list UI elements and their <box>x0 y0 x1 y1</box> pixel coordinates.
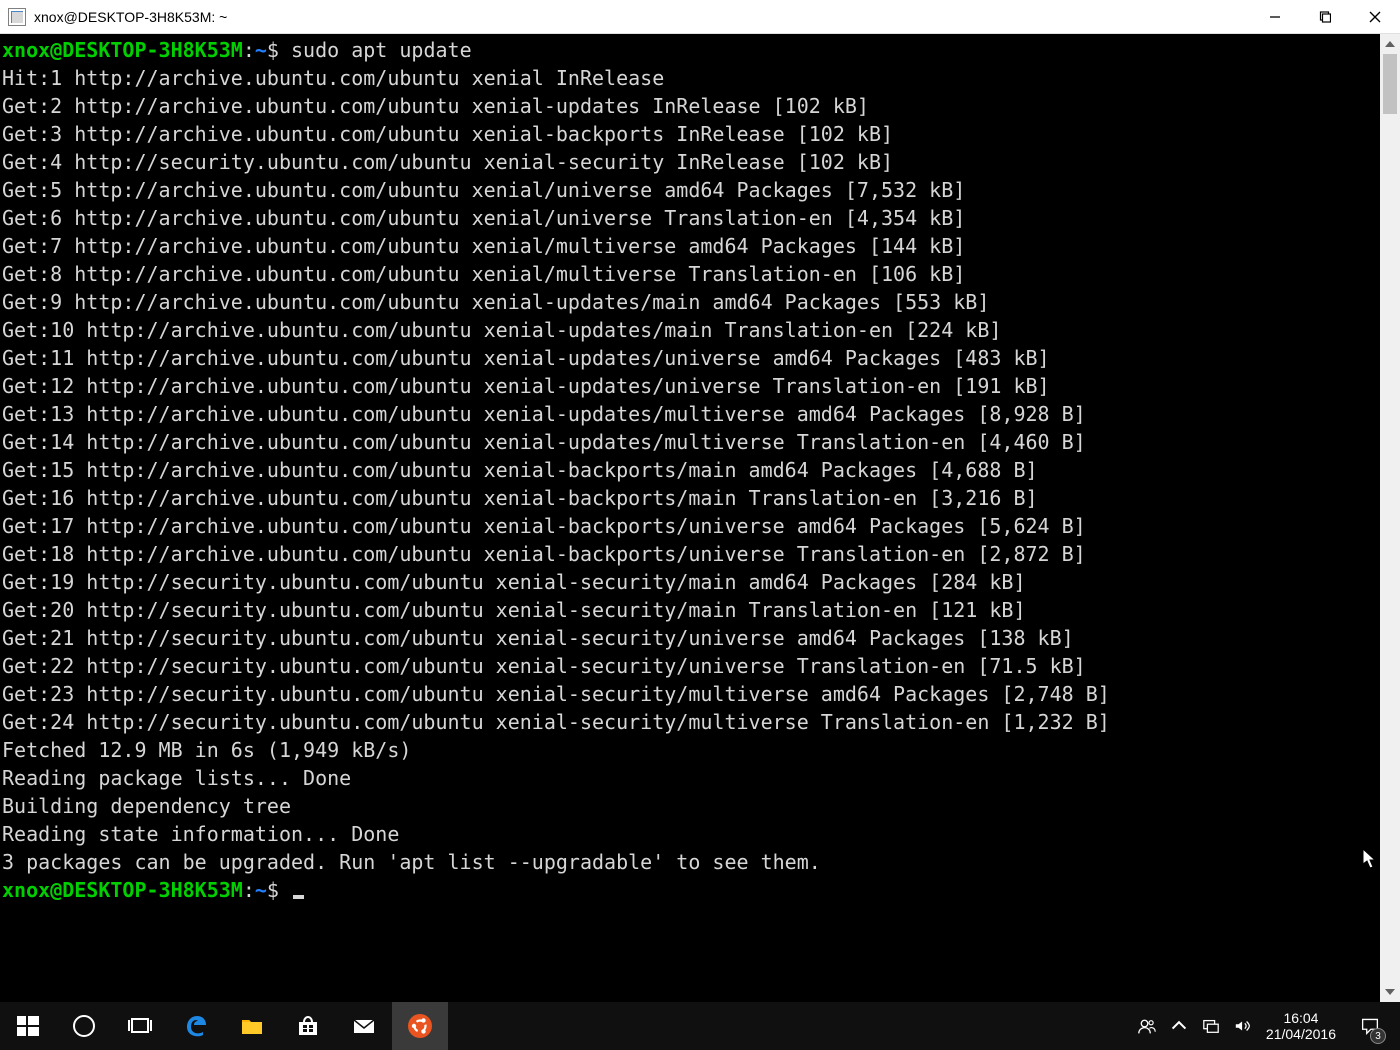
action-center-button[interactable]: 3 <box>1350 1002 1390 1050</box>
output-line: Get:24 http://security.ubuntu.com/ubuntu… <box>2 708 1380 736</box>
prompt-line: xnox@DESKTOP-3H8K53M:~$ <box>2 876 1380 904</box>
prompt-line: xnox@DESKTOP-3H8K53M:~$ sudo apt update <box>2 36 1380 64</box>
windows-icon <box>15 1013 41 1039</box>
clock[interactable]: 16:04 21/04/2016 <box>1266 1010 1336 1042</box>
close-button[interactable] <box>1350 0 1400 34</box>
command-text: sudo apt update <box>291 38 472 62</box>
notification-badge: 3 <box>1370 1028 1386 1044</box>
store-icon <box>295 1013 321 1039</box>
clock-time: 16:04 <box>1266 1010 1336 1026</box>
output-line: Get:17 http://archive.ubuntu.com/ubuntu … <box>2 512 1380 540</box>
output-line: Building dependency tree <box>2 792 1380 820</box>
output-line: Get:21 http://security.ubuntu.com/ubuntu… <box>2 624 1380 652</box>
folder-icon <box>239 1013 265 1039</box>
edge-icon <box>183 1013 209 1039</box>
scroll-up-button[interactable] <box>1380 34 1400 54</box>
taskbar: 16:04 21/04/2016 3 <box>0 1002 1400 1050</box>
ubuntu-icon <box>407 1013 433 1039</box>
network-icon[interactable] <box>1202 1017 1220 1035</box>
output-line: Get:13 http://archive.ubuntu.com/ubuntu … <box>2 400 1380 428</box>
output-line: Reading state information... Done <box>2 820 1380 848</box>
terminal-window: xnox@DESKTOP-3H8K53M:~$ sudo apt updateH… <box>0 34 1400 1002</box>
cursor <box>293 895 304 899</box>
output-line: Get:7 http://archive.ubuntu.com/ubuntu x… <box>2 232 1380 260</box>
output-line: Get:12 http://archive.ubuntu.com/ubuntu … <box>2 372 1380 400</box>
app-icon <box>8 8 26 26</box>
output-line: Get:18 http://archive.ubuntu.com/ubuntu … <box>2 540 1380 568</box>
output-line: Get:22 http://security.ubuntu.com/ubuntu… <box>2 652 1380 680</box>
output-line: Get:14 http://archive.ubuntu.com/ubuntu … <box>2 428 1380 456</box>
people-icon[interactable] <box>1138 1017 1156 1035</box>
tray-chevron-up-icon[interactable] <box>1170 1017 1188 1035</box>
maximize-button[interactable] <box>1300 0 1350 34</box>
volume-icon[interactable] <box>1234 1017 1252 1035</box>
task-view-button[interactable] <box>112 1002 168 1050</box>
terminal-output[interactable]: xnox@DESKTOP-3H8K53M:~$ sudo apt updateH… <box>0 34 1380 1002</box>
output-line: Get:3 http://archive.ubuntu.com/ubuntu x… <box>2 120 1380 148</box>
minimize-button[interactable] <box>1250 0 1300 34</box>
output-line: Get:8 http://archive.ubuntu.com/ubuntu x… <box>2 260 1380 288</box>
output-line: Get:19 http://security.ubuntu.com/ubuntu… <box>2 568 1380 596</box>
output-line: Get:16 http://archive.ubuntu.com/ubuntu … <box>2 484 1380 512</box>
edge-button[interactable] <box>168 1002 224 1050</box>
circle-icon <box>71 1013 97 1039</box>
output-line: Get:9 http://archive.ubuntu.com/ubuntu x… <box>2 288 1380 316</box>
mail-button[interactable] <box>336 1002 392 1050</box>
start-button[interactable] <box>0 1002 56 1050</box>
system-tray: 16:04 21/04/2016 3 <box>1128 1002 1400 1050</box>
output-line: Get:5 http://archive.ubuntu.com/ubuntu x… <box>2 176 1380 204</box>
scroll-down-button[interactable] <box>1380 982 1400 1002</box>
output-line: Get:2 http://archive.ubuntu.com/ubuntu x… <box>2 92 1380 120</box>
clock-date: 21/04/2016 <box>1266 1026 1336 1042</box>
scrollbar-thumb[interactable] <box>1383 54 1397 114</box>
mail-icon <box>351 1013 377 1039</box>
window-titlebar: xnox@DESKTOP-3H8K53M: ~ <box>0 0 1400 34</box>
output-line: Get:4 http://security.ubuntu.com/ubuntu … <box>2 148 1380 176</box>
output-line: Hit:1 http://archive.ubuntu.com/ubuntu x… <box>2 64 1380 92</box>
store-button[interactable] <box>280 1002 336 1050</box>
output-line: Get:23 http://security.ubuntu.com/ubuntu… <box>2 680 1380 708</box>
output-line: Fetched 12.9 MB in 6s (1,949 kB/s) <box>2 736 1380 764</box>
window-title: xnox@DESKTOP-3H8K53M: ~ <box>34 9 227 25</box>
output-line: Get:15 http://archive.ubuntu.com/ubuntu … <box>2 456 1380 484</box>
output-line: Get:6 http://archive.ubuntu.com/ubuntu x… <box>2 204 1380 232</box>
ubuntu-terminal-button[interactable] <box>392 1002 448 1050</box>
scrollbar[interactable] <box>1380 34 1400 1002</box>
cortana-button[interactable] <box>56 1002 112 1050</box>
output-line: Reading package lists... Done <box>2 764 1380 792</box>
output-line: Get:20 http://security.ubuntu.com/ubuntu… <box>2 596 1380 624</box>
output-line: 3 packages can be upgraded. Run 'apt lis… <box>2 848 1380 876</box>
output-line: Get:11 http://archive.ubuntu.com/ubuntu … <box>2 344 1380 372</box>
task-view-icon <box>127 1013 153 1039</box>
file-explorer-button[interactable] <box>224 1002 280 1050</box>
output-line: Get:10 http://archive.ubuntu.com/ubuntu … <box>2 316 1380 344</box>
